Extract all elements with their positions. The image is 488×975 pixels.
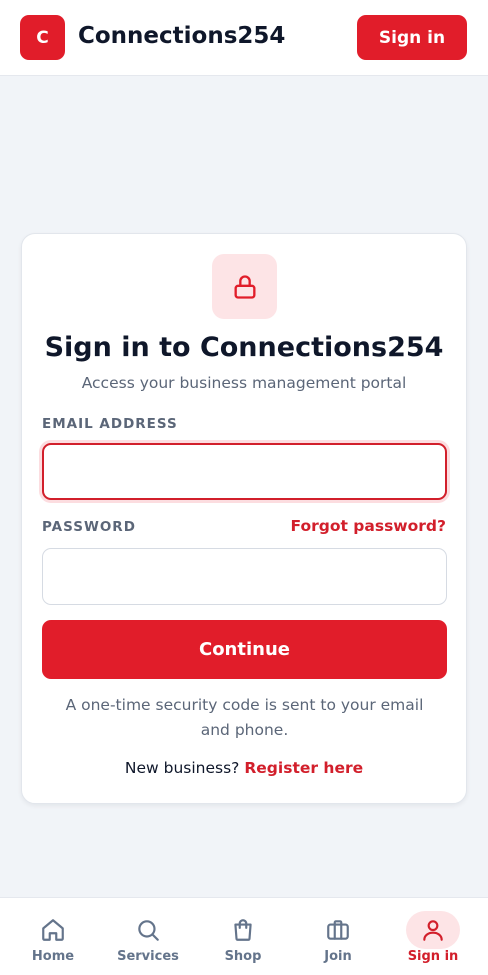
nav-item-services[interactable]: Services xyxy=(103,898,193,975)
nav-item-shop[interactable]: Shop xyxy=(198,898,288,975)
nav-label-home: Home xyxy=(31,949,75,964)
brand-name[interactable]: Connections254 xyxy=(78,20,285,52)
top-header: C Connections254 Sign in xyxy=(0,0,488,76)
email-input[interactable] xyxy=(42,443,447,500)
lock-tile xyxy=(212,254,277,319)
briefcase-icon xyxy=(327,920,349,940)
shopping-bag-icon xyxy=(234,919,252,941)
card-title: Sign in to Connections254 xyxy=(44,332,444,363)
register-prompt: New business? xyxy=(124,759,240,777)
nav-label-services: Services xyxy=(117,949,179,964)
home-icon xyxy=(42,919,64,941)
bottom-nav: Home Services Shop Join Sign in xyxy=(0,897,488,975)
password-label: PASSWORD xyxy=(42,519,136,535)
continue-button[interactable]: Continue xyxy=(42,620,447,679)
logo-badge[interactable]: C xyxy=(20,15,65,60)
password-input[interactable] xyxy=(42,548,447,605)
otp-note: A one-time security code is sent to your… xyxy=(65,696,424,739)
search-icon xyxy=(138,920,159,941)
user-icon xyxy=(423,920,443,941)
nav-item-join[interactable]: Join xyxy=(293,898,383,975)
register-link[interactable]: Register here xyxy=(244,759,363,777)
nav-label-sign-in: Sign in xyxy=(407,949,459,964)
register-line: New business? Register here xyxy=(22,759,466,777)
forgot-password-link[interactable]: Forgot password? xyxy=(290,517,446,535)
nav-label-shop: Shop xyxy=(224,949,262,964)
nav-item-sign-in[interactable]: Sign in xyxy=(388,898,478,975)
header-sign-in-button[interactable]: Sign in xyxy=(357,15,467,60)
email-label: EMAIL ADDRESS xyxy=(42,416,178,432)
lock-icon xyxy=(234,274,255,299)
nav-label-join: Join xyxy=(324,949,352,964)
sign-in-card: Sign in to Connections254 Access your bu… xyxy=(21,233,467,804)
card-subtitle: Access your business management portal xyxy=(81,374,407,392)
nav-item-home[interactable]: Home xyxy=(8,898,98,975)
